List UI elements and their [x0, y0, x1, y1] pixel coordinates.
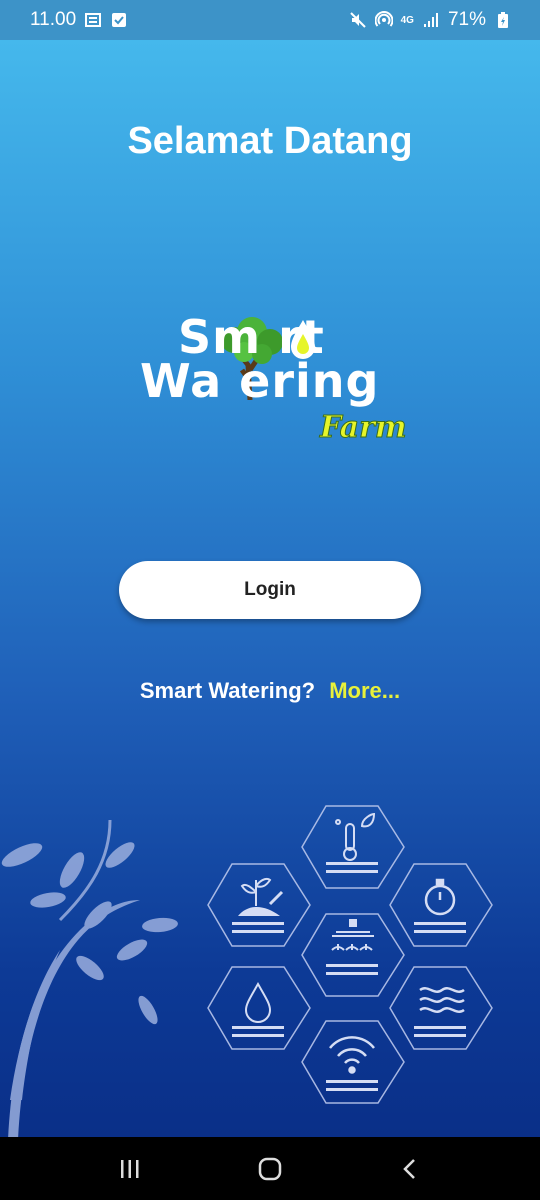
hex-stopwatch: [389, 863, 493, 947]
mute-icon: [349, 11, 367, 29]
checkbox-icon: [110, 11, 128, 29]
navigation-bar: [0, 1137, 540, 1200]
back-icon[interactable]: [390, 1149, 430, 1189]
logo-word-watering: Wa ering: [140, 354, 380, 408]
water-drop-icon: [244, 981, 272, 1023]
tree-silhouette-icon: [1, 819, 178, 1137]
stopwatch-icon: [424, 878, 456, 916]
welcome-title: Selamat Datang: [127, 120, 413, 162]
sprinkler-icon: [331, 919, 374, 951]
home-icon[interactable]: [250, 1149, 290, 1189]
info-question: Smart Watering?: [139, 678, 316, 703]
more-link[interactable]: More...: [329, 678, 400, 703]
battery-level: 71%: [447, 9, 486, 30]
waves-icon: [419, 987, 465, 1013]
battery-icon: [494, 11, 512, 29]
status-bar: 11.00 4G 71%: [0, 0, 540, 40]
login-button[interactable]: Login: [119, 561, 421, 619]
hotspot-icon: [374, 11, 393, 29]
recents-icon[interactable]: [110, 1149, 150, 1189]
thermometer-icon: [335, 812, 376, 861]
network-4g-icon: 4G: [400, 14, 414, 26]
app-logo: Sm rt Wa ering Farm: [140, 310, 410, 470]
hex-plant: [207, 863, 311, 947]
logo-word-farm: Farm: [320, 410, 408, 446]
news-icon: [84, 11, 102, 29]
decorative-background-graphic: [1, 805, 493, 1137]
wifi-icon: [329, 1036, 375, 1074]
info-row: Smart Watering? More...: [0, 678, 540, 704]
plant-icon: [238, 877, 284, 916]
signal-icon: [422, 11, 440, 29]
clock: 11.00: [30, 9, 77, 30]
welcome-screen: Selamat Datang Sm rt Wa ering Farm Login…: [0, 40, 540, 1137]
